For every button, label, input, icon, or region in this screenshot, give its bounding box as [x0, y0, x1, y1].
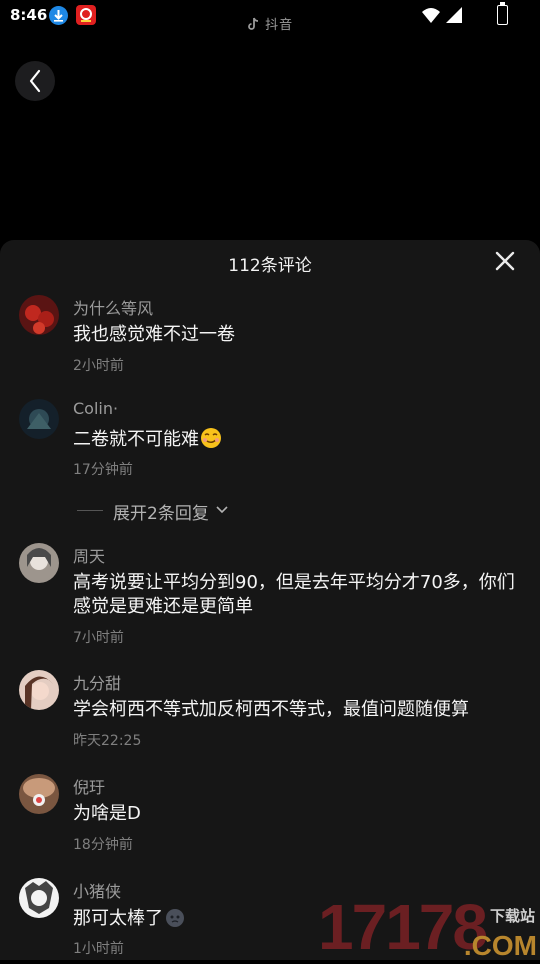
close-button[interactable]: [494, 250, 516, 272]
comments-count-title: 112条评论: [228, 256, 312, 276]
back-arrow-icon: [29, 69, 41, 93]
close-icon: [495, 251, 515, 271]
chevron-down-icon: [216, 506, 228, 514]
douyin-watermark-label: 抖音: [265, 18, 294, 33]
comment-username[interactable]: 周天: [73, 543, 105, 567]
wifi-icon: [422, 8, 440, 23]
comment-username[interactable]: Colin·: [73, 399, 118, 418]
avatar[interactable]: [19, 543, 59, 583]
avatar[interactable]: [19, 399, 59, 439]
douyin-watermark: 抖音: [248, 14, 293, 33]
comment-text: 学会柯西不等式加反柯西不等式，最值问题随便算: [73, 699, 469, 720]
comment-text: 为啥是D: [73, 803, 141, 824]
comment-username[interactable]: 为什么等风: [73, 295, 153, 319]
comment-timestamp: 18分钟前: [73, 837, 133, 853]
watermark-number: 17178: [318, 891, 488, 963]
avatar[interactable]: [19, 774, 59, 814]
smirk-emoji-icon: [200, 427, 222, 449]
comment-timestamp: 2小时前: [73, 358, 124, 374]
avatar[interactable]: [19, 670, 59, 710]
watermark-label: 下载站: [489, 907, 535, 925]
site-watermark: 17178 下载站 .COM: [318, 891, 540, 963]
expand-replies-label: 展开2条回复: [113, 504, 209, 524]
battery-icon: [497, 2, 508, 25]
comment-text-content: 那可太棒了: [73, 908, 163, 929]
comments-sheet: 112条评论 为什么等风 我也感觉难不过一卷 2小时前 Colin· 二卷就不可…: [0, 240, 540, 960]
comment-username[interactable]: 小猪侠: [73, 878, 121, 902]
comment-timestamp: 17分钟前: [73, 462, 133, 478]
comment-timestamp: 7小时前: [73, 630, 124, 646]
app-notification-icon: [76, 5, 96, 25]
status-icons: [420, 6, 506, 26]
back-button[interactable]: [15, 61, 55, 101]
avatar[interactable]: [19, 295, 59, 335]
signal-icon: [446, 7, 462, 23]
comment-text-content: 二卷就不可能难: [73, 429, 199, 450]
expand-divider: [77, 510, 103, 511]
download-notification-icon: [49, 6, 68, 25]
status-time: 8:46: [10, 6, 48, 24]
avatar[interactable]: [19, 878, 59, 918]
comment-timestamp: 昨天22:25: [73, 733, 142, 749]
comment-text: 二卷就不可能难: [73, 427, 523, 452]
status-bar: 8:46 抖音: [0, 0, 540, 34]
comment-username[interactable]: 九分甜: [73, 670, 121, 694]
comment-username[interactable]: 倪玗: [73, 774, 105, 798]
watermark-domain: .COM: [463, 930, 537, 961]
comment-text: 我也感觉难不过一卷: [73, 324, 235, 345]
comment-text: 高考说要让平均分到90，但是去年平均分才70多，你们感觉是更难还是更简单: [73, 572, 515, 617]
dark-face-emoji-icon: [164, 906, 186, 928]
comment-timestamp: 1小时前: [73, 941, 124, 957]
